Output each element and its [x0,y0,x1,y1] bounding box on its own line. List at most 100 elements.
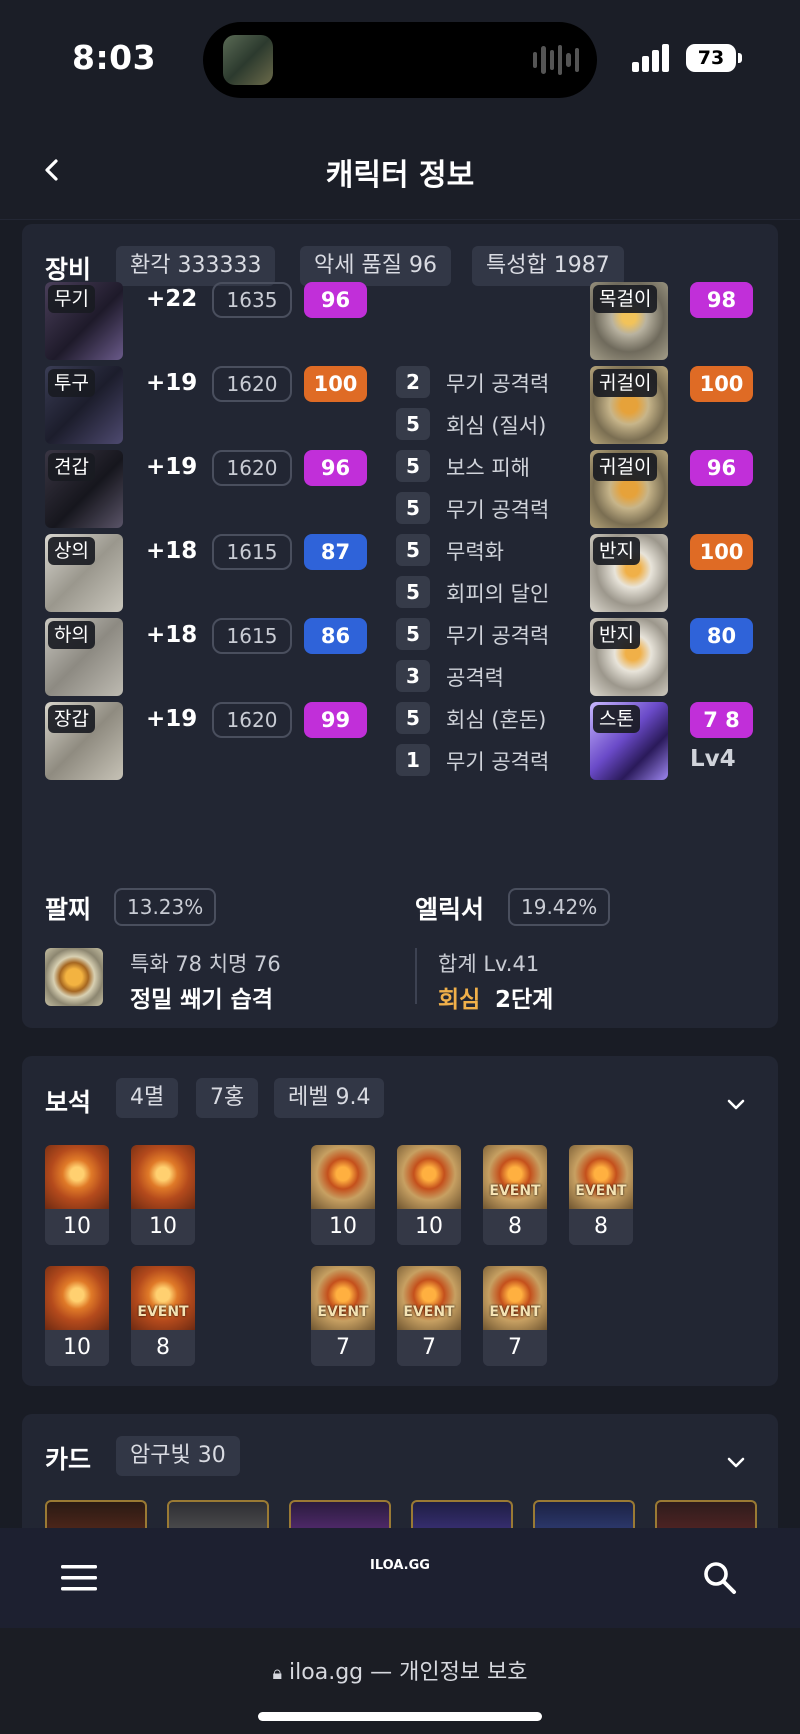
gem-slot[interactable]: EVENT 8 [131,1266,195,1366]
equipment-slot[interactable]: 하의 [45,618,123,696]
equipment-title: 장비 [45,255,92,284]
accessory-slot[interactable]: 스톤 [590,702,668,780]
gem-slot[interactable]: EVENT 8 [569,1145,633,1245]
search-icon[interactable] [702,1560,738,1596]
bracelet-icon[interactable] [45,948,103,1006]
gem-level: 10 [131,1209,195,1245]
accessory-slot[interactable]: 반지 [590,618,668,696]
crimson-gem-icon [483,1266,547,1330]
bracelet-percent: 13.23% [114,888,217,926]
item-level: 1620 [212,450,292,486]
engraving-name: 회심 (혼돈) [446,708,547,732]
quality-badge: 96 [304,282,367,318]
accessory-slot[interactable]: 귀걸이 [590,366,668,444]
gem-level: 8 [569,1209,633,1245]
chevron-down-icon[interactable] [724,1450,748,1474]
chip-gem-crimson: 7홍 [196,1078,259,1118]
accessory-slot-label: 귀걸이 [593,453,658,481]
accessory-slot[interactable]: 반지 [590,534,668,612]
event-badge: EVENT [575,1183,627,1199]
item-level: 1615 [212,618,292,654]
elixir-set-name: 회심 [438,987,481,1013]
gem-slot[interactable]: 10 [397,1145,461,1245]
accessory-slot[interactable]: 귀걸이 [590,450,668,528]
elixir-total: 합계 Lv.41 [438,952,540,976]
quality-badge: 96 [304,450,367,486]
elixir-title: 엘릭서 [415,895,485,924]
dynamic-island[interactable] [203,22,597,98]
gem-level: 10 [45,1330,109,1366]
gem-slot[interactable]: 10 [45,1145,109,1245]
chip-transcendence: 환각 333333 [116,246,276,286]
url-field[interactable]: 🔒︎ iloa.gg — 개인정보 보호 [0,1654,800,1686]
app-header: 캐릭터 정보 [0,120,800,220]
crimson-gem-icon [311,1266,375,1330]
battery-nub [738,53,742,63]
gem-level: 7 [397,1330,461,1366]
home-indicator[interactable] [258,1712,542,1721]
accessory-slot-label: 목걸이 [593,285,658,313]
engraving-name: 회피의 달인 [446,582,550,606]
gem-slot[interactable]: EVENT 7 [397,1266,461,1366]
chip-gem-annihilation: 4멸 [116,1078,179,1118]
item-level: 1635 [212,282,292,318]
enhance-level: +19 [146,370,198,396]
accessory-slot-label: 스톤 [593,705,640,733]
engraving-level: 5 [396,450,430,482]
lock-icon: 🔒︎ [272,1663,283,1684]
equipment-slot-label: 장갑 [48,705,95,733]
now-playing-thumbnail [223,35,273,85]
equipment-slot[interactable]: 투구 [45,366,123,444]
bracelet-stats: 특화 78 치명 76 [130,952,281,976]
equipment-slot[interactable]: 상의 [45,534,123,612]
site-logo[interactable]: ILOA.GG [0,1558,800,1573]
event-badge: EVENT [403,1304,455,1320]
engraving-name: 무기 공격력 [446,372,550,396]
bracelet-effects: 정밀 쐐기 습격 [130,987,273,1013]
event-badge: EVENT [137,1304,189,1320]
item-level: 1615 [212,534,292,570]
quality-badge: 98 [690,282,753,318]
quality-badge: 96 [690,450,753,486]
equipment-card: 장비 환각 333333 악세 품질 96 특성합 1987 무기 +22 16… [22,224,778,1028]
engraving-level: 5 [396,534,430,566]
quality-badge: 87 [304,534,367,570]
crimson-gem-icon [483,1145,547,1209]
accessory-slot[interactable]: 목걸이 [590,282,668,360]
engraving-name: 공격력 [446,666,504,690]
quality-badge: 80 [690,618,753,654]
engraving-level: 5 [396,618,430,650]
gem-slot[interactable]: EVENT 8 [483,1145,547,1245]
gem-slot[interactable]: EVENT 7 [483,1266,547,1366]
bracelet-title: 팔찌 [45,895,92,924]
engraving-name: 무기 공격력 [446,624,550,648]
gem-slot[interactable]: 10 [311,1145,375,1245]
item-level: 1620 [212,702,292,738]
equipment-slot[interactable]: 무기 [45,282,123,360]
engraving-name: 무기 공격력 [446,498,550,522]
equipment-slot-label: 상의 [48,537,95,565]
page-title: 캐릭터 정보 [325,158,475,193]
quality-badge: 100 [690,534,753,570]
gem-slot[interactable]: EVENT 7 [311,1266,375,1366]
enhance-level: +22 [146,286,198,312]
gem-slot[interactable]: 10 [45,1266,109,1366]
bottom-nav-bar: ILOA.GG [0,1528,800,1628]
accessory-slot-label: 반지 [593,537,640,565]
engraving-level: 2 [396,366,430,398]
gem-level: 10 [311,1209,375,1245]
annihilation-gem-icon [45,1266,109,1330]
chevron-down-icon[interactable] [724,1092,748,1116]
equipment-slot-label: 무기 [48,285,95,313]
quality-badge: 86 [304,618,367,654]
url-text: iloa.gg — 개인정보 보호 [289,1660,528,1685]
engraving-name: 회심 (질서) [446,414,547,438]
gem-slot[interactable]: 10 [131,1145,195,1245]
equipment-slot[interactable]: 견갑 [45,450,123,528]
equipment-slot[interactable]: 장갑 [45,702,123,780]
engraving-level: 5 [396,702,430,734]
engraving-level: 5 [396,408,430,440]
gem-level: 10 [45,1209,109,1245]
quality-badge: 7 8 [690,702,753,738]
event-badge: EVENT [489,1183,541,1199]
